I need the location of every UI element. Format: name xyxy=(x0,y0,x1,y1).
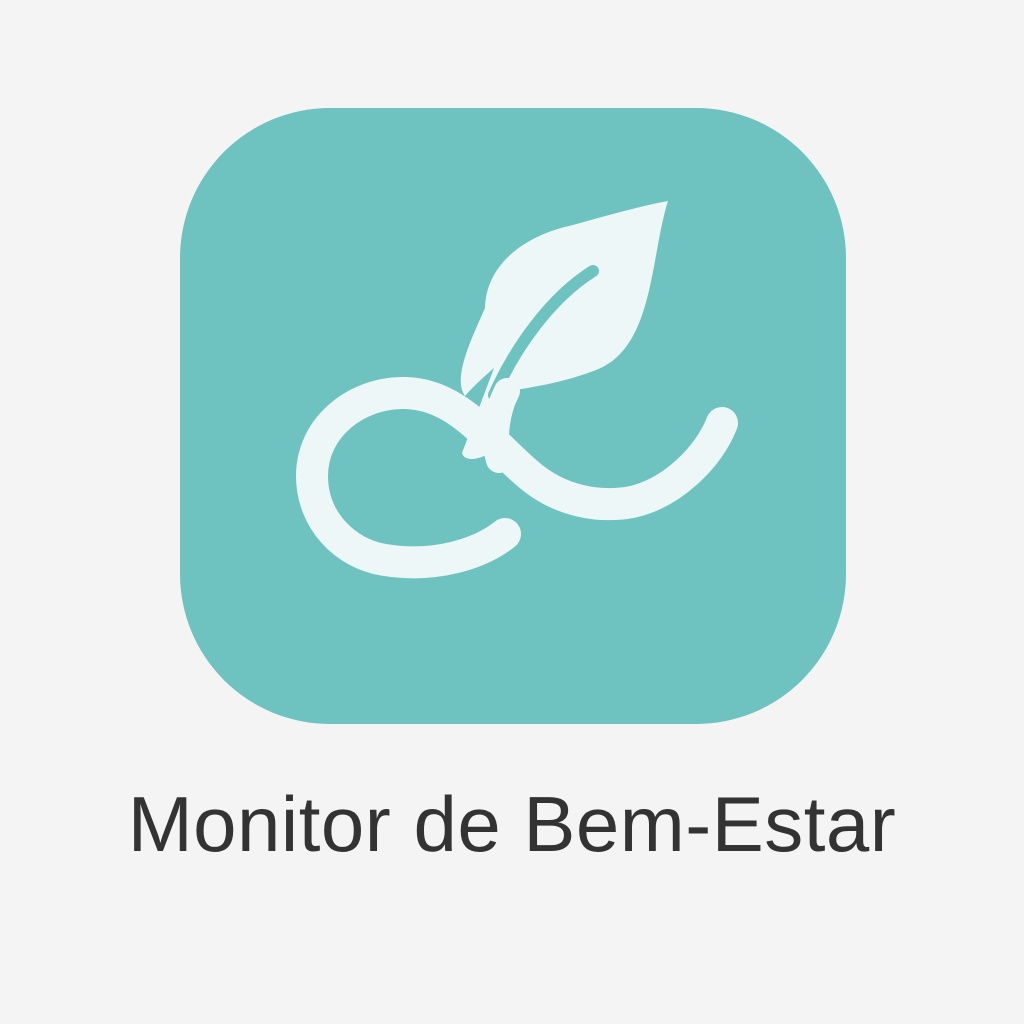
stem-stroke xyxy=(482,378,520,473)
sprout-infinity-icon xyxy=(295,201,738,579)
app-name-label: Monitor de Bem-Estar xyxy=(127,780,897,868)
infinity-stroke xyxy=(295,377,738,579)
app-icon-tile[interactable] xyxy=(180,108,846,724)
